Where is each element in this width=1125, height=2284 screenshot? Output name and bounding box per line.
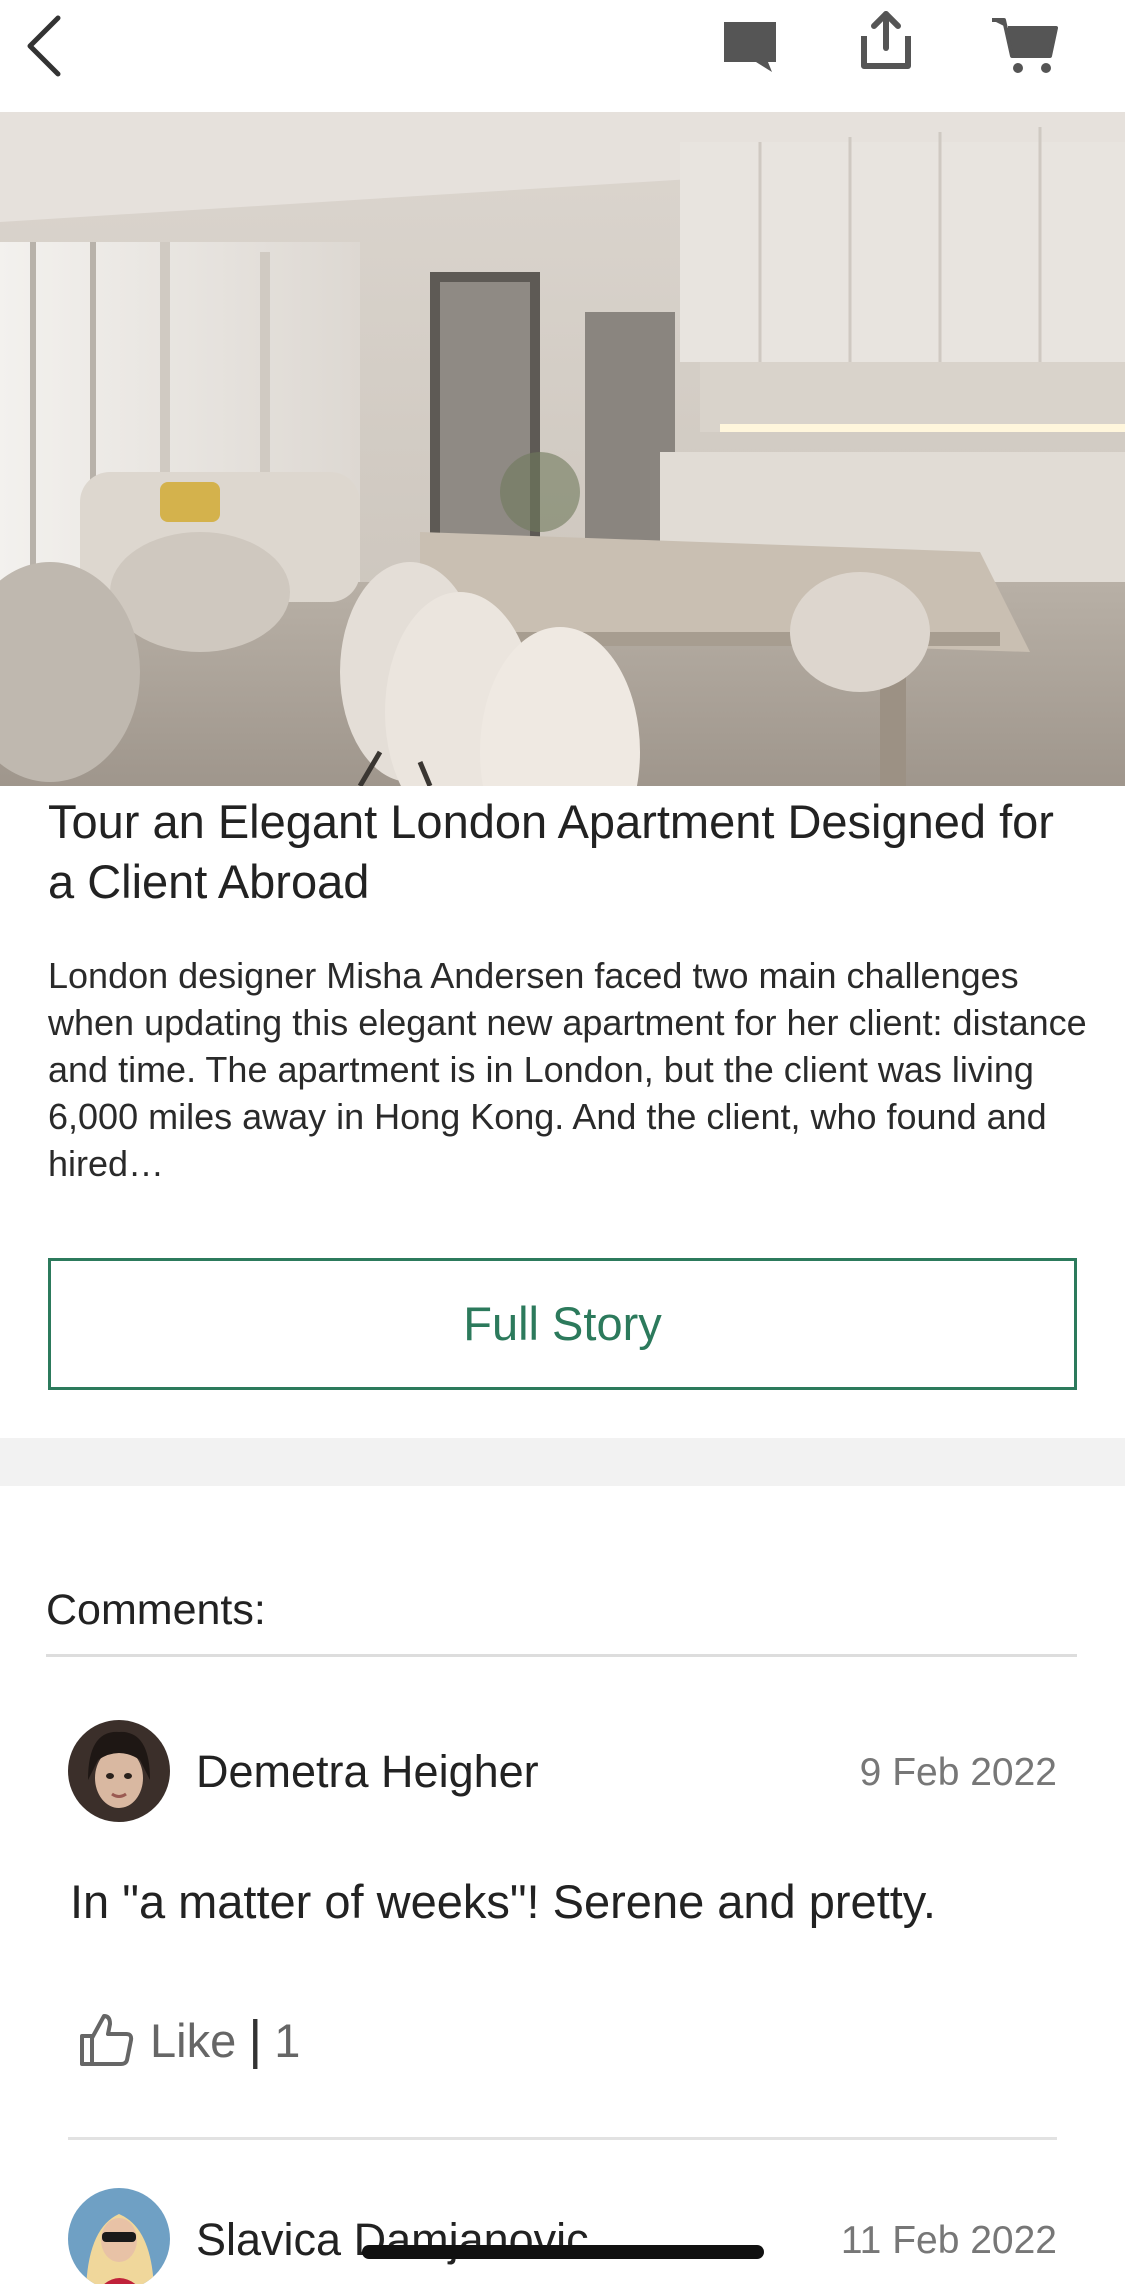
cart-icon[interactable] — [990, 14, 1060, 76]
comment-text: In "a matter of weeks"! Serene and prett… — [70, 1875, 936, 1928]
comment-item: Demetra Heigher 9 Feb 2022 In "a matter … — [68, 1720, 1057, 2140]
share-icon[interactable] — [856, 10, 916, 72]
chat-bubble-icon[interactable] — [720, 18, 780, 74]
like-control: Like | 1 — [76, 2004, 300, 2076]
comments-heading: Comments: — [46, 1586, 266, 1634]
like-count: 1 — [274, 2013, 301, 2067]
like-button[interactable]: Like — [150, 2013, 236, 2068]
article-page: Tour an Elegant London Apartment Designe… — [0, 0, 1125, 2284]
avatar[interactable] — [68, 2188, 170, 2284]
comment-divider — [68, 2137, 1057, 2140]
top-toolbar — [0, 0, 1125, 112]
article-title: Tour an Elegant London Apartment Designe… — [48, 795, 1054, 908]
comment-date: 9 Feb 2022 — [859, 1751, 1057, 1794]
comment-item: Slavica Damjanovic 11 Feb 2022 — [68, 2188, 1057, 2284]
section-divider — [0, 1438, 1125, 1486]
full-story-button[interactable]: Full Story — [48, 1258, 1077, 1390]
comment-author[interactable]: Demetra Heigher — [196, 1746, 539, 1798]
comment-date: 11 Feb 2022 — [840, 2219, 1057, 2262]
home-indicator[interactable] — [362, 2245, 764, 2259]
like-separator: | — [248, 2010, 263, 2070]
article-summary: London designer Misha Andersen faced two… — [48, 955, 1087, 1184]
comments-divider — [46, 1654, 1077, 1657]
avatar[interactable] — [68, 1720, 170, 1822]
thumbs-up-icon[interactable] — [76, 2010, 136, 2070]
article-hero-image — [0, 112, 1125, 786]
chevron-left-icon[interactable] — [22, 14, 70, 78]
